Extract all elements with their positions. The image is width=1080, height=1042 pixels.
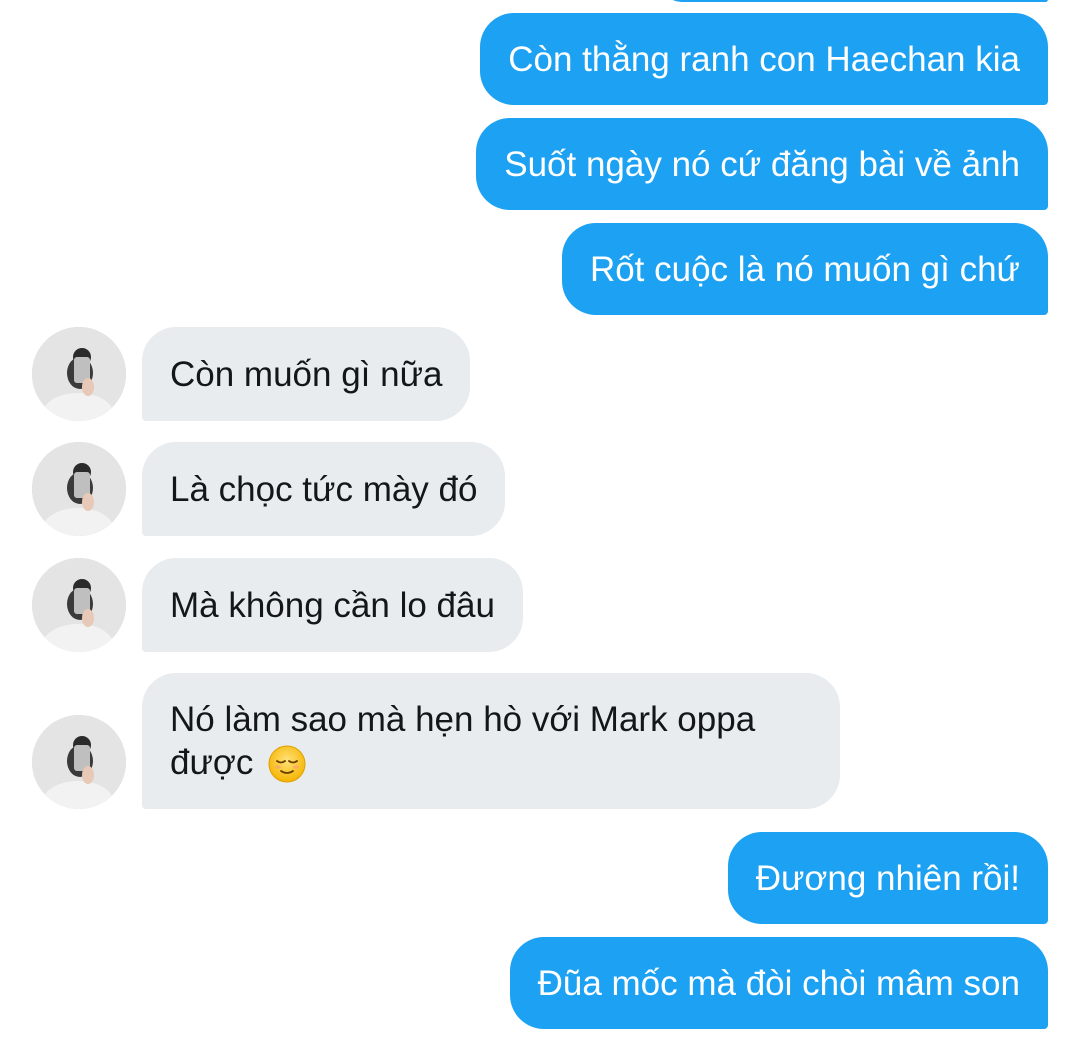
- message-text: Mà không cần lo đâu: [170, 585, 495, 625]
- partial-sent-bubble: [660, 0, 1048, 2]
- message-text-line: Nó làm sao mà hẹn hò với Mark oppa: [170, 699, 756, 739]
- avatar-photo-icon: [32, 442, 126, 536]
- avatar[interactable]: [32, 442, 126, 536]
- received-message-bubble[interactable]: Mà không cần lo đâu: [142, 558, 523, 652]
- avatar[interactable]: [32, 327, 126, 421]
- sent-message-bubble[interactable]: Đương nhiên rồi!: [727, 832, 1048, 924]
- avatar-photo-icon: [32, 327, 126, 421]
- avatar[interactable]: [32, 558, 126, 652]
- sent-message-bubble[interactable]: Rốt cuộc là nó muốn gì chứ: [561, 223, 1048, 315]
- message-text: Là chọc tức mày đó: [170, 469, 478, 509]
- avatar-photo-icon: [32, 558, 126, 652]
- message-text: Còn thằng ranh con Haechan kia: [508, 39, 1020, 79]
- received-message-bubble[interactable]: Nó làm sao mà hẹn hò với Mark oppa được: [142, 673, 840, 809]
- message-text: được: [170, 742, 254, 782]
- message-text: Đũa mốc mà đòi chòi mâm son: [537, 963, 1020, 1003]
- relieved-face-emoji-icon: [268, 745, 306, 783]
- sent-message-bubble[interactable]: Suốt ngày nó cứ đăng bài về ảnh: [476, 118, 1048, 210]
- sent-message-bubble[interactable]: Đũa mốc mà đòi chòi mâm son: [509, 937, 1048, 1029]
- avatar-photo-icon: [32, 715, 126, 809]
- message-text: Đương nhiên rồi!: [755, 858, 1020, 898]
- message-text-line: được: [170, 741, 307, 785]
- message-text: Rốt cuộc là nó muốn gì chứ: [589, 249, 1020, 289]
- sent-message-bubble[interactable]: Còn thằng ranh con Haechan kia: [480, 13, 1048, 105]
- received-message-bubble[interactable]: Còn muốn gì nữa: [142, 327, 471, 421]
- message-text: Còn muốn gì nữa: [170, 354, 443, 394]
- avatar[interactable]: [32, 715, 126, 809]
- received-message-bubble[interactable]: Là chọc tức mày đó: [142, 442, 506, 536]
- message-text: Suốt ngày nó cứ đăng bài về ảnh: [504, 144, 1020, 184]
